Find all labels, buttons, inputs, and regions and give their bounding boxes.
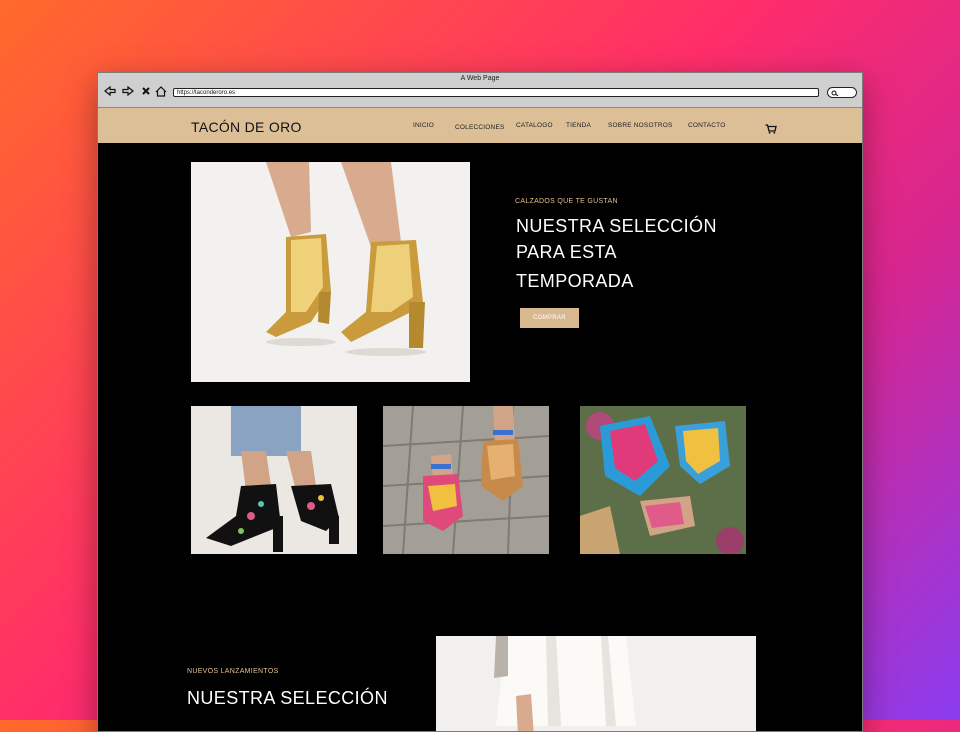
browser-toolbar: A Web Page https://taconderoro.es <box>98 73 862 108</box>
hero-title-line1: NUESTRA SELECCIÓN <box>516 216 717 236</box>
nav-tienda[interactable]: TIENDA <box>566 122 591 129</box>
home-icon[interactable] <box>155 85 167 97</box>
product-image-embroidered-heels[interactable] <box>191 406 357 554</box>
search-box[interactable] <box>827 87 857 98</box>
brand-logo[interactable]: TACÓN DE ORO <box>191 119 302 135</box>
hero-kicker: CALZADOS QUE TE GUSTAN <box>515 198 618 205</box>
hero-title-line2: PARA ESTA <box>516 242 617 262</box>
nav-sobre-nosotros[interactable]: SOBRE NOSOTROS <box>608 122 673 129</box>
product-image-woven-slides[interactable] <box>580 406 746 554</box>
releases-kicker: NUEVOS LANZAMIENTOS <box>187 668 279 675</box>
product-image-woven-sandals-stone[interactable] <box>383 406 549 554</box>
nav-colecciones[interactable]: COLECCIONES <box>455 124 505 131</box>
browser-window: A Web Page https://taconderoro.es TACÓN … <box>97 72 863 732</box>
buy-button[interactable]: COMPRAR <box>520 308 579 328</box>
site-header: TACÓN DE ORO INICIO COLECCIONES CATALOGO… <box>98 108 862 143</box>
nav-inicio[interactable]: INICIO <box>413 122 434 129</box>
hero-title-line3: TEMPORADA <box>516 271 634 291</box>
nav-catalogo[interactable]: CATALOGO <box>516 122 553 129</box>
hero-gold-boots-image <box>191 162 470 382</box>
releases-title: NUESTRA SELECCIÓN <box>187 688 388 708</box>
address-bar[interactable]: https://taconderoro.es <box>173 88 819 97</box>
nav-contacto[interactable]: CONTACTO <box>688 122 725 129</box>
cart-icon[interactable] <box>765 121 777 134</box>
release-image-white-skirt <box>436 636 756 731</box>
search-icon <box>831 90 839 96</box>
close-icon[interactable] <box>140 85 152 97</box>
window-title: A Web Page <box>460 75 500 82</box>
back-arrow-icon[interactable] <box>104 85 116 97</box>
forward-arrow-icon[interactable] <box>122 85 134 97</box>
